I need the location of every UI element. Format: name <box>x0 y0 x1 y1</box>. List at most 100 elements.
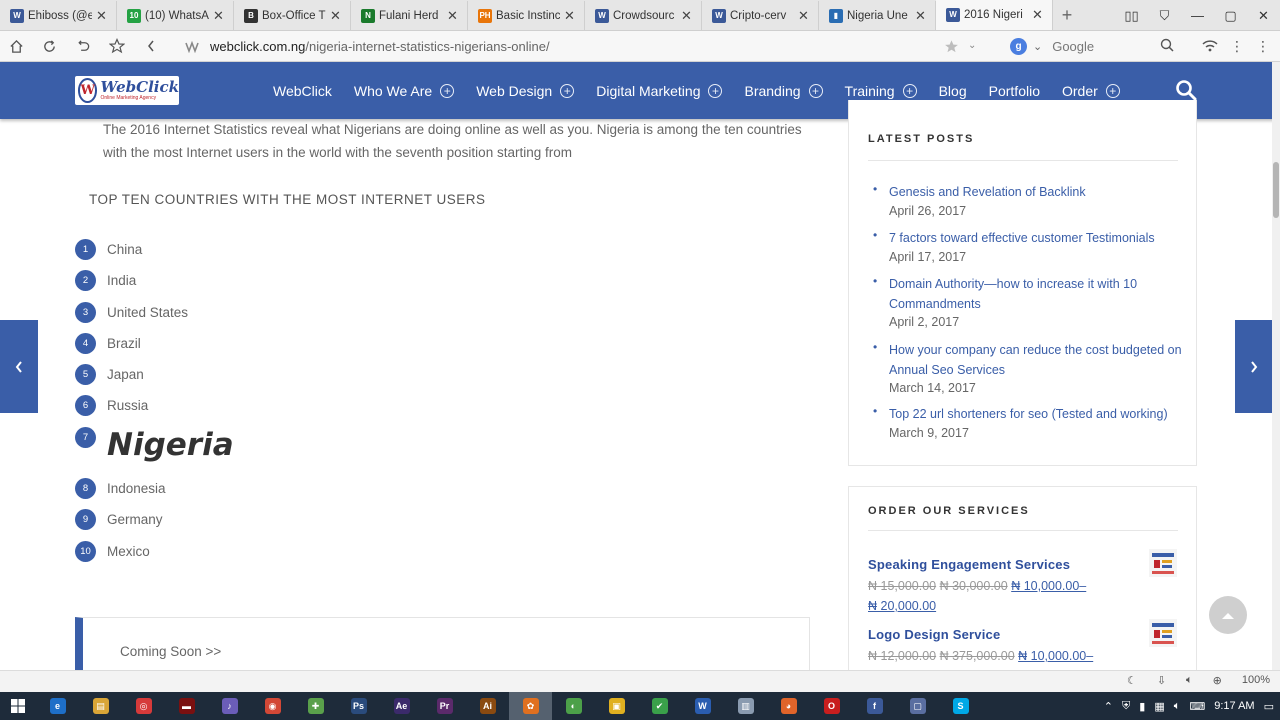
taskbar-app-icon[interactable]: ◎ <box>122 692 165 720</box>
download-icon[interactable]: ⇩ <box>1157 674 1166 687</box>
tab-close-icon[interactable]: ✕ <box>330 8 342 24</box>
next-post-arrow[interactable] <box>1235 320 1273 413</box>
taskbar-app-icon[interactable]: O <box>810 692 853 720</box>
tray-shield-icon[interactable]: ⛨ <box>1122 700 1130 713</box>
volume-icon[interactable]: 🔈︎ <box>1186 674 1193 687</box>
taskbar-clock[interactable]: 9:17 AM <box>1214 700 1254 712</box>
tray-up-icon[interactable]: ⌃ <box>1104 700 1113 713</box>
taskbar-app-icon[interactable]: Ps <box>337 692 380 720</box>
zoom-level[interactable]: 100% <box>1242 674 1270 687</box>
menu-item[interactable]: Blog <box>939 83 967 99</box>
tab-close-icon[interactable]: ✕ <box>915 8 927 24</box>
url-dropdown-icon[interactable]: ⌄ <box>968 40 976 51</box>
maximize-button[interactable]: ▢ <box>1214 8 1247 24</box>
service-thumbnail[interactable] <box>1148 617 1178 649</box>
page-scrollbar[interactable] <box>1272 62 1280 670</box>
browser-tab[interactable]: W Cripto-cerv ✕ <box>702 1 819 30</box>
url-field[interactable]: webclick.com.ng/nigeria-internet-statist… <box>210 31 550 62</box>
post-title-link[interactable]: Genesis and Revelation of Backlink <box>889 182 1184 202</box>
browser-tab[interactable]: PH Basic Instinc ✕ <box>468 1 585 30</box>
webclick-logo[interactable]: W WebClick Online Marketing Agency <box>75 76 179 105</box>
undo-close-icon[interactable] <box>66 31 100 62</box>
back-chevron-icon[interactable] <box>134 31 168 62</box>
taskbar-app-icon[interactable]: ▥ <box>724 692 767 720</box>
close-window-button[interactable]: ✕ <box>1247 8 1280 24</box>
menu-item[interactable]: Training + <box>845 83 917 99</box>
browser-tab[interactable]: N Fulani Herd ✕ <box>351 1 468 30</box>
browser-tab[interactable]: W Crowdsourc ✕ <box>585 1 702 30</box>
expand-plus-icon[interactable]: + <box>808 83 823 98</box>
notification-icon[interactable]: ▭ <box>1264 700 1274 713</box>
taskbar-app-icon[interactable]: ▬ <box>165 692 208 720</box>
taskbar-app-icon[interactable]: e <box>36 692 79 720</box>
service-thumbnail[interactable] <box>1148 547 1178 579</box>
site-info-icon[interactable] <box>184 39 204 58</box>
taskbar-app-icon[interactable]: Pr <box>423 692 466 720</box>
browser-tab[interactable]: W Ehiboss (@e ✕ <box>0 1 117 30</box>
tab-close-icon[interactable]: ✕ <box>96 8 108 24</box>
taskbar-app-icon[interactable]: ♪ <box>208 692 251 720</box>
taskbar-app-icon[interactable]: Ai <box>466 692 509 720</box>
expand-plus-icon[interactable]: + <box>708 83 723 98</box>
menu-item[interactable]: Portfolio <box>989 83 1040 99</box>
tab-close-icon[interactable]: ✕ <box>681 8 693 24</box>
taskbar-app-icon[interactable]: ◕ <box>767 692 810 720</box>
tab-close-icon[interactable]: ✕ <box>1032 7 1044 23</box>
taskbar-app-icon[interactable]: Ae <box>380 692 423 720</box>
tray-network-icon[interactable]: ▦ <box>1154 700 1164 713</box>
wifi-icon[interactable] <box>1202 39 1218 55</box>
search-engine-chevron-icon[interactable]: ⌄ <box>1033 40 1042 53</box>
post-title-link[interactable]: Top 22 url shorteners for seo (Tested an… <box>889 404 1184 424</box>
browser-tab[interactable]: B Box-Office T ✕ <box>234 1 351 30</box>
site-search-icon[interactable] <box>1174 78 1198 102</box>
post-title-link[interactable]: How your company can reduce the cost bud… <box>889 340 1184 380</box>
tray-volume-icon[interactable]: 🔈︎ <box>1174 700 1181 713</box>
search-engine-box[interactable]: g ⌄ Google <box>1010 35 1175 58</box>
menu-item[interactable]: Who We Are + <box>354 83 455 99</box>
expand-plus-icon[interactable]: + <box>902 83 917 98</box>
taskbar-app-icon[interactable]: S <box>939 692 982 720</box>
tab-tiling-icon[interactable]: ▯▯ <box>1115 8 1148 24</box>
tab-close-icon[interactable]: ✕ <box>447 8 459 24</box>
expand-plus-icon[interactable]: + <box>1105 83 1120 98</box>
taskbar-app-icon[interactable]: ✚ <box>294 692 337 720</box>
taskbar-app-icon[interactable]: ✔ <box>638 692 681 720</box>
menu-item[interactable]: Digital Marketing + <box>596 83 723 99</box>
taskbar-app-icon[interactable]: ▤ <box>79 692 122 720</box>
service-name-link[interactable]: Logo Design Service <box>868 627 1178 642</box>
coming-soon-link[interactable]: Coming Soon >> <box>120 644 221 659</box>
coming-soon-box[interactable]: Coming Soon >> <box>75 617 810 677</box>
tab-close-icon[interactable]: ✕ <box>213 8 225 24</box>
search-icon[interactable] <box>1160 38 1174 55</box>
expand-plus-icon[interactable]: + <box>440 83 455 98</box>
search-engine-logo-icon[interactable]: g <box>1010 38 1027 55</box>
menu-item[interactable]: Branding + <box>744 83 823 99</box>
scrollbar-thumb[interactable] <box>1273 162 1279 218</box>
menu-kebab-icon[interactable]: ⋮ <box>1230 38 1244 55</box>
browser-tab[interactable]: 10 (10) WhatsA ✕ <box>117 1 234 30</box>
taskbar-app-icon[interactable]: ✿ <box>509 692 552 720</box>
taskbar-app-icon[interactable]: ▣ <box>595 692 638 720</box>
new-tab-button[interactable]: + <box>1053 1 1081 30</box>
zoom-icon[interactable]: ⊕ <box>1213 674 1222 687</box>
tab-close-icon[interactable]: ✕ <box>798 8 810 24</box>
post-title-link[interactable]: Domain Authority—how to increase it with… <box>889 274 1184 314</box>
menu-item[interactable]: WebClick <box>273 83 332 99</box>
taskbar-app-icon[interactable]: ◉ <box>251 692 294 720</box>
browser-tab[interactable]: ▮ Nigeria Une ✕ <box>819 1 936 30</box>
night-mode-icon[interactable]: ☾ <box>1127 674 1137 687</box>
sidebar-toggle-icon[interactable]: ⋮ <box>1256 38 1270 55</box>
expand-plus-icon[interactable]: + <box>560 83 575 98</box>
extensions-icon[interactable]: ⛉ <box>1148 8 1181 24</box>
menu-item[interactable]: Web Design + <box>476 83 575 99</box>
start-button[interactable] <box>0 692 36 720</box>
prev-post-arrow[interactable] <box>0 320 38 413</box>
browser-tab[interactable]: W 2016 Nigeri ✕ <box>936 0 1053 30</box>
post-title-link[interactable]: 7 factors toward effective customer Test… <box>889 228 1184 248</box>
taskbar-app-icon[interactable]: f <box>853 692 896 720</box>
scroll-to-top-button[interactable] <box>1209 596 1247 634</box>
reload-icon[interactable] <box>32 31 66 62</box>
bookmark-star-icon[interactable] <box>100 31 134 62</box>
tray-lang-icon[interactable]: ⌨ <box>1189 700 1205 713</box>
tab-close-icon[interactable]: ✕ <box>564 8 576 24</box>
